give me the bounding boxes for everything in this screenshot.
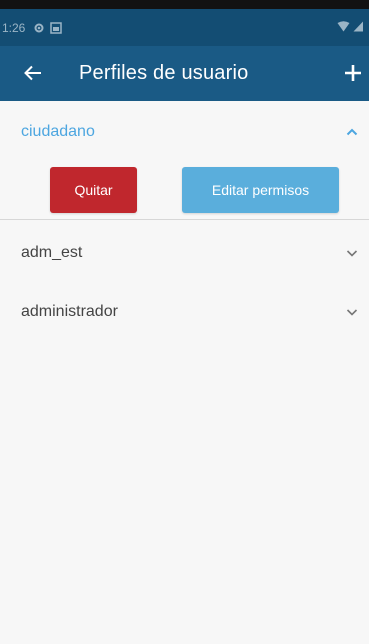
settings-icon xyxy=(33,22,45,34)
edit-permissions-button[interactable]: Editar permisos xyxy=(182,167,339,213)
chevron-down-icon[interactable] xyxy=(344,304,360,320)
remove-button[interactable]: Quitar xyxy=(50,167,137,213)
chevron-down-icon[interactable] xyxy=(344,245,360,261)
plus-icon xyxy=(345,65,361,81)
profile-item-adm-est[interactable]: adm_est xyxy=(0,228,369,278)
add-profile-button[interactable] xyxy=(344,59,369,87)
divider xyxy=(0,219,369,220)
wifi-icon xyxy=(337,20,350,35)
page-title: Perfiles de usuario xyxy=(79,62,249,84)
top-edge xyxy=(0,0,369,9)
profile-name: administrador xyxy=(21,303,118,320)
profile-item-ciudadano[interactable]: ciudadano xyxy=(0,107,369,157)
profile-name: adm_est xyxy=(21,244,83,261)
app-bar: Perfiles de usuario xyxy=(0,46,369,101)
profile-name: ciudadano xyxy=(21,123,95,140)
status-time: 1:26 xyxy=(2,20,26,35)
profile-item-administrador[interactable]: administrador xyxy=(0,287,369,337)
back-button[interactable] xyxy=(22,60,44,86)
chevron-up-icon[interactable] xyxy=(344,124,360,140)
profile-actions: Quitar Editar permisos xyxy=(0,157,369,219)
arrow-left-icon xyxy=(24,65,41,81)
signal-icon xyxy=(353,21,363,35)
screenshot-icon xyxy=(50,21,62,34)
status-bar: 1:26 xyxy=(0,9,369,46)
